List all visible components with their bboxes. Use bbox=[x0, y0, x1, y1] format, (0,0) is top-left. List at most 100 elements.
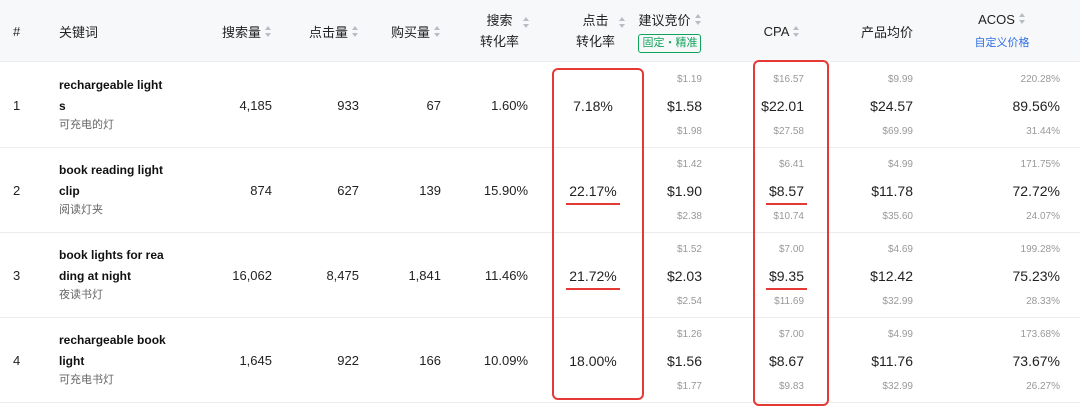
keyword-translation: 可充电书灯 bbox=[59, 374, 114, 386]
acos-low: 28.33% bbox=[1026, 296, 1060, 307]
sort-icon[interactable] bbox=[1018, 12, 1026, 24]
acos-range: 220.28% 89.56% 31.44% bbox=[970, 73, 1060, 139]
purchases-value: 1,841 bbox=[408, 268, 441, 283]
click-cvr-text: 7.18% bbox=[573, 97, 613, 114]
click-cvr-value: 22.17% bbox=[566, 182, 620, 205]
header-click-cvr-line2: 转化率 bbox=[575, 34, 615, 49]
header-purchases-label: 购买量 bbox=[390, 24, 430, 40]
bid-type-badge[interactable]: 固定・精准 bbox=[638, 33, 702, 53]
sort-icon[interactable] bbox=[618, 16, 626, 28]
header-clicks[interactable]: 点击量 bbox=[272, 0, 359, 62]
bid-high: $2.54 bbox=[676, 296, 702, 307]
clicks-value: 922 bbox=[337, 353, 359, 368]
cpa-mid: $8.57 bbox=[765, 182, 807, 205]
keyword-cell: rechargeable light s 可充电的灯 bbox=[59, 75, 169, 134]
table-row[interactable]: 2 book reading light clip 阅读灯夹 874 627 1… bbox=[0, 148, 1080, 233]
header-avg-price: 产品均价 bbox=[860, 24, 913, 40]
header-bid-label: 建议竞价 bbox=[638, 12, 691, 28]
sort-icon[interactable] bbox=[522, 16, 530, 28]
bid-mid: $2.03 bbox=[666, 268, 702, 284]
sort-icon[interactable] bbox=[694, 13, 702, 25]
price-low: $4.69 bbox=[887, 244, 913, 255]
clicks-value: 627 bbox=[337, 183, 359, 198]
header-acos[interactable]: ACOS 自定义价格 bbox=[960, 0, 1044, 62]
table-row[interactable]: 4 rechargeable book light 可充电书灯 1,645 92… bbox=[0, 318, 1080, 403]
cpa-mid-text: $9.35 bbox=[768, 268, 804, 284]
price-mid: $11.78 bbox=[871, 183, 913, 199]
sort-icon[interactable] bbox=[792, 25, 800, 37]
click-cvr-text: 21.72% bbox=[569, 267, 617, 284]
cpa-high: $10.74 bbox=[773, 211, 804, 222]
acos-high: 171.75% bbox=[1020, 159, 1060, 170]
cpa-range: $7.00 $8.67 $9.83 bbox=[752, 328, 804, 394]
price-mid: $12.42 bbox=[870, 268, 913, 284]
header-click-cvr-line1: 点击 bbox=[582, 13, 609, 28]
bid-high: $2.38 bbox=[676, 211, 702, 222]
acos-low: 31.44% bbox=[1026, 126, 1060, 137]
header-cpa[interactable]: CPA bbox=[752, 0, 812, 62]
table-row[interactable]: 3 book lights for rea ding at night 夜读书灯… bbox=[0, 233, 1080, 318]
row-index: 4 bbox=[13, 353, 21, 368]
custom-price-link[interactable]: 自定义价格 bbox=[975, 33, 1030, 54]
table-row[interactable]: 1 rechargeable light s 可充电的灯 4,185 933 6… bbox=[0, 63, 1080, 148]
acos-high: 199.28% bbox=[1020, 244, 1060, 255]
cpa-mid: $9.35 bbox=[765, 267, 807, 290]
header-purchases[interactable]: 购买量 bbox=[359, 0, 441, 62]
keyword-text[interactable]: rechargeable light s bbox=[59, 75, 169, 117]
price-low: $4.99 bbox=[887, 159, 913, 170]
keyword-text[interactable]: book lights for rea ding at night bbox=[59, 245, 169, 287]
purchases-value: 139 bbox=[419, 183, 441, 198]
cpa-mid: $8.67 bbox=[769, 352, 804, 370]
header-bid-title: 建议竞价 bbox=[638, 10, 701, 31]
bid-low: $1.19 bbox=[676, 74, 702, 85]
price-mid: $24.57 bbox=[870, 98, 913, 114]
sort-icon[interactable] bbox=[264, 25, 272, 37]
acos-mid: 89.56% bbox=[1012, 98, 1060, 114]
cpa-mid: $22.01 bbox=[761, 97, 804, 115]
click-cvr-value: 7.18% bbox=[573, 97, 613, 115]
click-cvr-text: 18.00% bbox=[569, 352, 617, 369]
header-bid[interactable]: 建议竞价 固定・精准 bbox=[628, 0, 712, 62]
bid-mid: $1.90 bbox=[666, 183, 702, 199]
price-high: $32.99 bbox=[882, 296, 913, 307]
header-search-volume[interactable]: 搜索量 bbox=[190, 0, 272, 62]
cpa-range: $16.57 $22.01 $27.58 bbox=[752, 73, 804, 139]
cpa-high: $27.58 bbox=[773, 126, 804, 137]
purchases-value: 166 bbox=[419, 353, 441, 368]
keyword-text[interactable]: book reading light clip bbox=[59, 160, 169, 202]
header-acos-title: ACOS bbox=[978, 9, 1026, 30]
click-cvr-value: 18.00% bbox=[569, 352, 616, 370]
price-low: $4.99 bbox=[887, 329, 913, 340]
bid-range: $1.26 $1.56 $1.77 bbox=[652, 328, 702, 394]
clicks-value: 8,475 bbox=[326, 268, 359, 283]
search-volume-value: 4,185 bbox=[239, 98, 272, 113]
header-search-cvr[interactable]: 搜索 转化率 bbox=[460, 0, 550, 62]
search-cvr-value: 11.46% bbox=[484, 268, 528, 283]
row-index: 2 bbox=[13, 183, 21, 198]
clicks-value: 933 bbox=[337, 98, 359, 113]
bid-high: $1.98 bbox=[676, 126, 702, 137]
cpa-low: $6.41 bbox=[778, 159, 804, 170]
sort-icon[interactable] bbox=[433, 25, 441, 37]
price-high: $32.99 bbox=[882, 381, 913, 392]
acos-low: 26.27% bbox=[1026, 381, 1060, 392]
highlight-underline bbox=[765, 288, 807, 290]
cpa-low: $7.00 bbox=[778, 244, 804, 255]
cpa-mid-text: $22.01 bbox=[761, 98, 804, 114]
acos-low: 24.07% bbox=[1026, 211, 1060, 222]
highlight-underline bbox=[765, 203, 807, 205]
sort-icon[interactable] bbox=[351, 25, 359, 37]
acos-range: 199.28% 75.23% 28.33% bbox=[970, 243, 1060, 309]
keyword-cell: book lights for rea ding at night 夜读书灯 bbox=[59, 245, 169, 304]
acos-mid: 72.72% bbox=[1012, 183, 1060, 199]
header-clicks-label: 点击量 bbox=[308, 24, 348, 40]
bid-range: $1.52 $2.03 $2.54 bbox=[652, 243, 702, 309]
price-range: $4.69 $12.42 $32.99 bbox=[850, 243, 913, 309]
purchases-value: 67 bbox=[426, 98, 441, 113]
price-high: $35.60 bbox=[882, 211, 913, 222]
bid-high: $1.77 bbox=[676, 381, 702, 392]
click-cvr-text: 22.17% bbox=[569, 182, 617, 199]
header-search-cvr-line2: 转化率 bbox=[479, 34, 519, 49]
keyword-text[interactable]: rechargeable book light bbox=[59, 330, 169, 372]
click-cvr-cell: 7.18% bbox=[546, 63, 640, 148]
